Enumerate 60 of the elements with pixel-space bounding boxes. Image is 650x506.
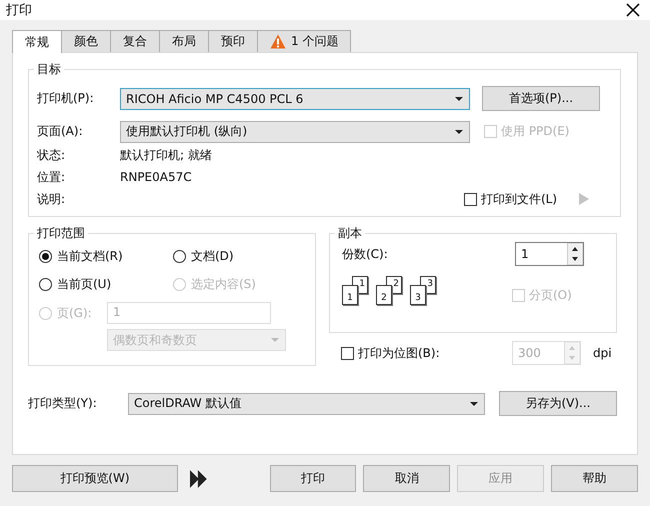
dialog-button[interactable]: 打印 (270, 465, 356, 492)
radio-label: 当前页(U) (57, 276, 112, 293)
checkbox[interactable] (464, 192, 477, 206)
spin-box[interactable]: 1 (515, 242, 584, 266)
close-icon[interactable] (626, 3, 640, 17)
dropdown[interactable]: CorelDRAW 默认值 (128, 392, 485, 414)
info-label: 状态: (37, 146, 66, 164)
field-label: 页面(A): (37, 123, 84, 140)
dialog-button[interactable]: 取消 (363, 465, 450, 492)
tab[interactable]: 常规 (12, 30, 62, 53)
dialog-button[interactable]: 帮助 (551, 465, 638, 492)
caret-icon (455, 130, 463, 134)
unit-label: dpi (593, 346, 612, 360)
field-label: 打印机(P): (37, 90, 95, 107)
window-title: 打印 (6, 2, 32, 19)
spin-arrows-icon (564, 342, 580, 364)
radio-label: 页(G): (57, 304, 92, 322)
group-title: 目标 (34, 61, 64, 78)
group-title: 打印范围 (34, 225, 88, 242)
info-label: 说明: (37, 190, 66, 208)
radio-button[interactable] (39, 278, 52, 291)
tab[interactable]: 颜色 (61, 30, 111, 52)
dropdown[interactable]: RICOH Aficio MP C4500 PCL 6 (120, 88, 470, 110)
radio-label: 文档(D) (191, 248, 234, 265)
checkbox-label: 分页(O) (529, 286, 572, 304)
radio-button[interactable] (39, 250, 52, 263)
caret-icon (271, 338, 279, 342)
group-title: 副本 (335, 225, 365, 242)
checkbox-label: 打印为位图(B): (358, 344, 440, 362)
field-label: 份数(C): (342, 246, 388, 262)
radio-button[interactable] (173, 250, 186, 263)
tab[interactable]: 复合 (110, 30, 160, 52)
radio-label: 选定内容(S) (191, 276, 256, 293)
checkbox[interactable] (341, 346, 354, 360)
field-label: 打印类型(Y): (28, 395, 98, 412)
save-as-button[interactable]: 另存为(V)... (499, 391, 617, 416)
preferences-button[interactable]: 首选项(P)... (482, 86, 600, 111)
caret-icon (455, 96, 463, 100)
spin-arrows-icon (567, 243, 583, 265)
tab[interactable]: 1 个问题 (257, 30, 352, 52)
page-number: 1 (359, 280, 365, 290)
page-number: 2 (393, 280, 399, 290)
warning-icon (270, 34, 286, 49)
print-preview-button[interactable]: 打印预览(W) (12, 465, 178, 492)
checkbox-label: 打印到文件(L) (481, 190, 558, 208)
info-value: RNPE0A57C (120, 170, 192, 184)
info-label: 位置: (37, 168, 66, 186)
dropdown[interactable]: 使用默认打印机 (纵向) (120, 120, 470, 142)
play-icon (579, 193, 590, 205)
page-number: 2 (381, 294, 387, 304)
radio-label: 当前文档(R) (57, 248, 123, 265)
info-value: 默认打印机; 就绪 (120, 146, 212, 164)
page-number: 3 (415, 294, 421, 304)
page-number: 3 (427, 280, 433, 290)
page-number: 1 (347, 294, 353, 304)
tab[interactable]: 布局 (159, 30, 209, 52)
caret-icon (470, 402, 478, 406)
double-arrow-icon[interactable] (190, 470, 208, 488)
tab[interactable]: 预印 (208, 30, 258, 52)
checkbox-label: 使用 PPD(E) (501, 123, 570, 140)
